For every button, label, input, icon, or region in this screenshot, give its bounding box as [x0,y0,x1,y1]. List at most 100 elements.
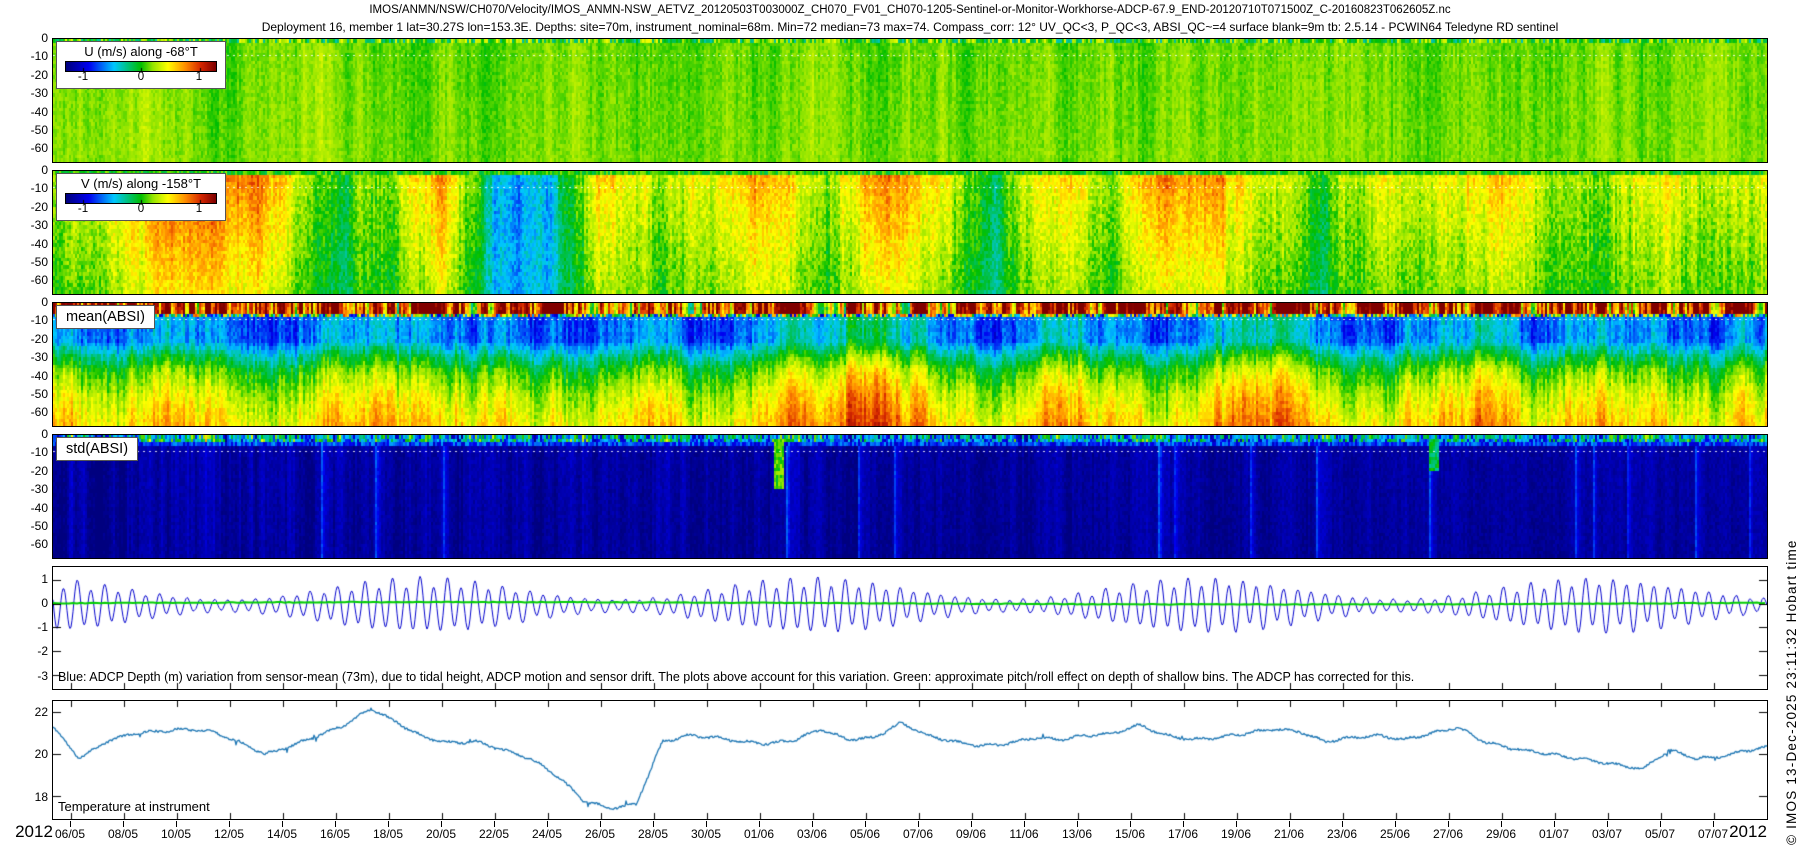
x-axis-tick-label: 05/07 [1635,827,1685,841]
depth-variation-annotation: Blue: ADCP Depth (m) variation from sens… [58,670,1414,684]
temperature-plot [53,701,1767,819]
std-absi-label: std(ABSI) [56,437,138,461]
y-axis-tick-label: -10 [8,445,48,459]
y-axis-tick-label: 18 [8,790,48,804]
y-axis-tick-label: -40 [8,501,48,515]
attribution-text: © IMOS 13-Dec-2025 23:11:32 Hobart time [1784,539,1799,845]
x-axis-tick-label: 01/06 [734,827,784,841]
u-colorbar-tick-zero: 0 [138,71,144,83]
y-axis-tick-label: -30 [8,86,48,100]
y-axis-tick-label: -40 [8,105,48,119]
y-axis-tick-label: -10 [8,313,48,327]
x-axis-tick-label: 07/06 [893,827,943,841]
x-axis-tick-mark [1236,821,1237,827]
x-axis-tick-mark [388,821,389,827]
v-colorbar-legend: V (m/s) along -158°T -1 0 1 [56,173,226,221]
v-colorbar-tick-max: 1 [196,203,202,215]
x-axis-tick-label: 01/07 [1529,827,1579,841]
x-axis-tick-mark [918,821,919,827]
u-colorbar-tick-max: 1 [196,71,202,83]
x-axis-tick-mark [494,821,495,827]
u-colorbar-title: U (m/s) along -68°T [57,44,225,59]
adcp-figure: IMOS/ANMN/NSW/CH070/Velocity/IMOS_ANMN-N… [0,0,1800,850]
y-axis-tick-label: -3 [8,669,48,683]
y-axis-tick-label: -60 [8,405,48,419]
figure-title-filename: IMOS/ANMN/NSW/CH070/Velocity/IMOS_ANMN-N… [52,4,1768,16]
x-axis-tick-label: 21/06 [1264,827,1314,841]
mean-absi-heatmap [53,303,1767,426]
x-axis-tick-mark [123,821,124,827]
y-axis-tick-label: -10 [8,181,48,195]
x-axis-tick-mark [1448,821,1449,827]
x-axis-tick-mark [229,821,230,827]
v-colorbar-tick-zero: 0 [138,203,144,215]
x-axis-tick-label: 05/06 [840,827,890,841]
y-axis-tick-label: 22 [8,705,48,719]
u-colorbar-tick-min: -1 [78,71,88,83]
y-axis-tick-label: -30 [8,482,48,496]
x-axis-tick-mark [547,821,548,827]
y-axis-tick-label: -20 [8,464,48,478]
x-axis-tick-mark [600,821,601,827]
y-axis-tick-label: 1 [8,572,48,586]
v-colorbar-ticks: -1 0 1 [57,204,225,217]
x-axis-tick-label: 18/05 [363,827,413,841]
x-axis-tick-label: 12/05 [204,827,254,841]
x-axis-tick-mark [1077,821,1078,827]
x-axis-tick-label: 25/06 [1370,827,1420,841]
std-absi-panel [52,434,1768,559]
u-velocity-panel [52,38,1768,163]
v-velocity-heatmap [53,171,1767,294]
y-axis-tick-label: -60 [8,141,48,155]
figure-title-deployment: Deployment 16, member 1 lat=30.27S lon=1… [52,20,1768,34]
x-axis-tick-mark [70,821,71,827]
x-axis-tick-label: 26/05 [575,827,625,841]
x-axis-tick-label: 24/05 [522,827,572,841]
std-absi-heatmap [53,435,1767,558]
x-axis-tick-mark [1660,821,1661,827]
x-axis-tick-mark [1501,821,1502,827]
x-axis-tick-label: 13/06 [1052,827,1102,841]
y-axis-tick-label: -60 [8,537,48,551]
x-axis-tick-label: 30/05 [681,827,731,841]
v-velocity-panel [52,170,1768,295]
x-axis-tick-label: 17/06 [1158,827,1208,841]
y-axis-tick-label: -50 [8,255,48,269]
x-axis-tick-label: 16/05 [310,827,360,841]
x-axis-tick-label: 07/07 [1688,827,1738,841]
x-axis-tick-label: 19/06 [1211,827,1261,841]
x-axis-tick-mark [282,821,283,827]
y-axis-tick-label: -40 [8,369,48,383]
u-velocity-heatmap [53,39,1767,162]
x-axis-tick-label: 11/06 [999,827,1049,841]
x-axis-tick-mark [1607,821,1608,827]
x-axis-tick-label: 29/06 [1476,827,1526,841]
x-axis-tick-label: 03/07 [1582,827,1632,841]
y-axis-tick-label: 0 [8,295,48,309]
x-axis-tick-mark [1183,821,1184,827]
x-axis-tick-mark [1342,821,1343,827]
x-axis-tick-mark [1130,821,1131,827]
x-axis-tick-label: 20/05 [416,827,466,841]
x-axis-tick-label: 15/06 [1105,827,1155,841]
y-axis-tick-label: -20 [8,332,48,346]
temperature-label: Temperature at instrument [58,799,210,814]
x-axis-tick-mark [812,821,813,827]
y-axis-tick-label: -30 [8,350,48,364]
v-colorbar-title: V (m/s) along -158°T [57,176,225,191]
x-axis-tick-mark [1289,821,1290,827]
x-axis-tick-mark [971,821,972,827]
x-axis-tick-mark [1024,821,1025,827]
y-axis-tick-label: -30 [8,218,48,232]
y-axis-tick-label: 20 [8,747,48,761]
y-axis-tick-label: 0 [8,163,48,177]
x-axis-tick-label: 22/05 [469,827,519,841]
x-axis-tick-label: 28/05 [628,827,678,841]
y-axis-tick-label: -50 [8,387,48,401]
x-axis-tick-mark [1713,821,1714,827]
x-axis-tick-mark [1554,821,1555,827]
x-axis-tick-label: 08/05 [98,827,148,841]
x-axis-tick-label: 14/05 [257,827,307,841]
y-axis-tick-label: -60 [8,273,48,287]
x-axis-tick-mark [653,821,654,827]
